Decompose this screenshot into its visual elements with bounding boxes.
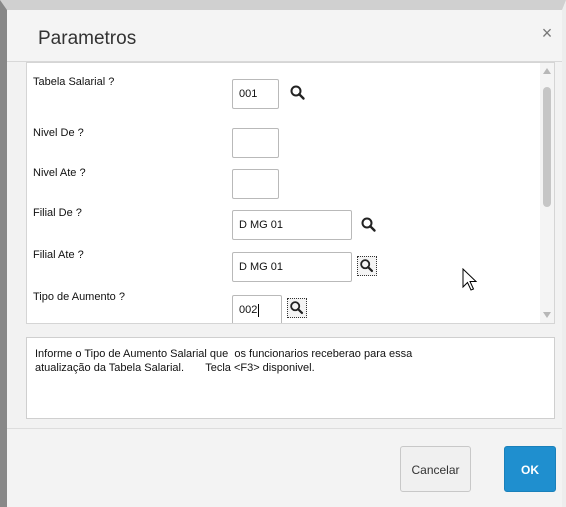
- param-row-nivel-ate: Nivel Ate ?: [27, 167, 547, 201]
- parametros-dialog: Parametros × Tabela Salarial ? 001 Nivel…: [7, 10, 562, 507]
- magnifier-icon[interactable]: [287, 298, 307, 318]
- param-row-nivel-de: Nivel De ?: [27, 127, 547, 161]
- vertical-scrollbar[interactable]: [540, 63, 554, 323]
- param-row-tipo-aumento: Tipo de Aumento ? 002: [27, 291, 547, 323]
- dialog-footer: Cancelar OK: [7, 428, 562, 507]
- param-label: Nivel Ate ?: [33, 167, 86, 179]
- scroll-up-icon[interactable]: [543, 68, 551, 74]
- param-row-filial-de: Filial De ? D MG 01: [27, 207, 547, 241]
- ok-button[interactable]: OK: [504, 446, 556, 492]
- scroll-down-icon[interactable]: [543, 312, 551, 318]
- param-label: Filial Ate ?: [33, 249, 84, 261]
- help-text-line: Informe o Tipo de Aumento Salarial que o…: [35, 348, 413, 360]
- param-row-tabela-salarial: Tabela Salarial ? 001: [27, 76, 547, 110]
- param-label: Filial De ?: [33, 207, 82, 219]
- text-caret: [258, 303, 260, 317]
- param-label: Tipo de Aumento ?: [33, 291, 125, 303]
- help-text-line: atualização da Tabela Salarial. Tecla <F…: [35, 362, 315, 374]
- nivel-de-input[interactable]: [232, 128, 279, 158]
- magnifier-icon[interactable]: [357, 256, 377, 276]
- nivel-ate-input[interactable]: [232, 169, 279, 199]
- magnifier-icon[interactable]: [359, 215, 379, 235]
- magnifier-icon[interactable]: [288, 83, 308, 103]
- close-icon[interactable]: ×: [538, 24, 556, 42]
- dialog-header: Parametros ×: [7, 10, 562, 62]
- filial-de-input[interactable]: D MG 01: [232, 210, 352, 240]
- tipo-aumento-input[interactable]: 002: [232, 295, 282, 323]
- help-text-box: Informe o Tipo de Aumento Salarial que o…: [26, 337, 555, 419]
- filial-ate-input[interactable]: D MG 01: [232, 252, 352, 282]
- param-label: Tabela Salarial ?: [33, 76, 115, 88]
- tabela-salarial-input[interactable]: 001: [232, 79, 279, 109]
- input-value: 002: [239, 304, 258, 316]
- cancel-button[interactable]: Cancelar: [400, 446, 471, 492]
- dialog-title: Parametros: [38, 28, 137, 49]
- mouse-pointer-icon: [462, 268, 478, 291]
- scroll-thumb[interactable]: [543, 87, 551, 207]
- param-label: Nivel De ?: [33, 127, 84, 139]
